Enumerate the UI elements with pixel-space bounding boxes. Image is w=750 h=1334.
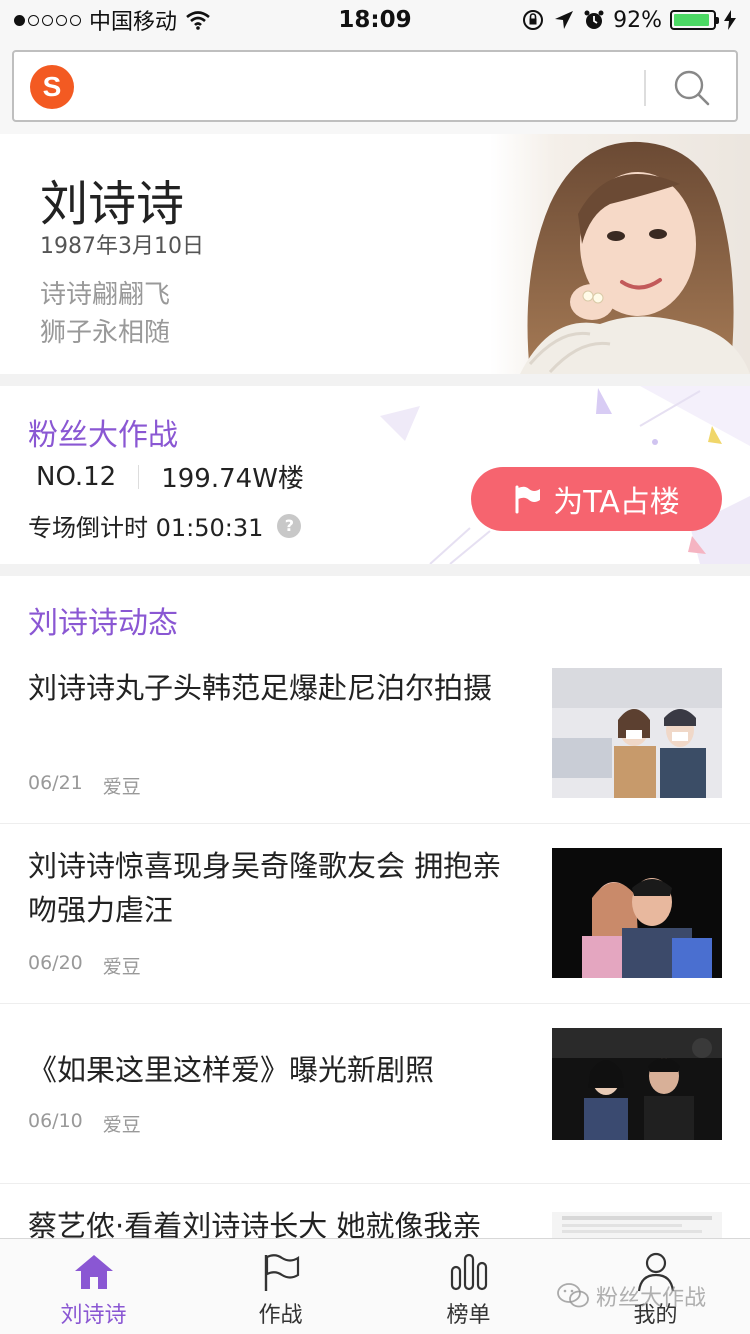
tab-battle[interactable]: 作战 <box>187 1239 374 1334</box>
news-section-title: 刘诗诗动态 <box>28 606 178 641</box>
battery-icon <box>670 10 719 30</box>
news-item[interactable]: 《如果这里这样爱》曝光新剧照 06/10 爱豆 <box>0 1004 750 1184</box>
search-box[interactable]: S <box>12 50 738 122</box>
flag-icon <box>264 1254 300 1291</box>
news-meta: 06/21 爱豆 <box>28 772 141 799</box>
sogou-logo-icon: S <box>30 65 74 109</box>
star-profile-card[interactable]: 刘诗诗 1987年3月10日 诗诗翩翩飞 狮子永相随 <box>0 134 750 374</box>
floor-count: 199.74W楼 <box>161 464 304 494</box>
star-portrait-photo <box>490 134 750 374</box>
status-left: 中国移动 <box>14 4 211 36</box>
tab-label: 榜单 <box>446 1303 491 1328</box>
stats-divider <box>138 464 140 489</box>
news-headline: 刘诗诗惊喜现身吴奇隆歌友会 拥抱亲吻强力虐汪 <box>28 849 502 927</box>
search-input[interactable] <box>86 62 636 112</box>
news-item[interactable]: 刘诗诗丸子头韩范足爆赴尼泊尔拍摄 06/21 爱豆 <box>0 644 750 824</box>
news-source: 爱豆 <box>102 1114 141 1136</box>
news-headline: 蔡艺侬·看着刘诗诗长大 她就像我亲 <box>28 1209 482 1238</box>
slogan-line: 狮子永相随 <box>40 318 171 348</box>
occupy-floor-label: 为TA占楼 <box>553 485 680 520</box>
fan-battle-card: 粉丝大作战 NO.12 199.74W楼 专场倒计时 01:50:31 ? 为T… <box>0 386 750 564</box>
countdown: 专场倒计时 01:50:31 ? <box>28 508 302 543</box>
alarm-icon <box>584 10 604 29</box>
fan-slogan: 诗诗翩翩飞 狮子永相随 <box>40 276 170 352</box>
news-meta: 06/10 爱豆 <box>28 1110 141 1137</box>
news-headline: 《如果这里这样爱》曝光新剧照 <box>28 1053 435 1087</box>
news-source: 爱豆 <box>102 956 141 978</box>
tab-label: 刘诗诗 <box>60 1303 127 1328</box>
news-headline: 刘诗诗丸子头韩范足爆赴尼泊尔拍摄 <box>28 671 493 705</box>
status-bar: 中国移动 18:09 92% <box>0 0 750 40</box>
battery-percent: 92% <box>613 7 662 33</box>
charging-bolt-icon <box>724 10 736 30</box>
wechat-icon <box>557 1283 589 1308</box>
search-icon[interactable] <box>670 66 714 110</box>
wifi-icon <box>186 11 210 30</box>
search-bar: S <box>0 40 750 134</box>
carrier-label: 中国移动 <box>89 10 178 35</box>
watermark-text: 粉丝大作战 <box>596 1286 707 1311</box>
news-date: 06/20 <box>28 952 83 974</box>
news-thumbnail <box>552 848 722 978</box>
rotation-lock-icon <box>523 10 544 30</box>
news-thumbnail <box>552 668 722 798</box>
news-date: 06/21 <box>28 772 83 794</box>
status-right: 92% <box>521 8 736 33</box>
tab-home[interactable]: 刘诗诗 <box>0 1239 187 1334</box>
fan-rank: NO.12 <box>36 461 117 492</box>
chart-bars-icon <box>450 1253 488 1291</box>
star-name: 刘诗诗 <box>40 176 185 232</box>
help-icon[interactable]: ? <box>277 513 302 538</box>
countdown-label: 专场倒计时 <box>28 514 148 542</box>
home-icon <box>75 1255 113 1289</box>
countdown-value: 01:50:31 <box>155 514 264 542</box>
news-source: 爱豆 <box>102 776 141 798</box>
news-item[interactable]: 刘诗诗惊喜现身吴奇隆歌友会 拥抱亲吻强力虐汪 06/20 爱豆 <box>0 824 750 1004</box>
slogan-line: 诗诗翩翩飞 <box>40 280 171 310</box>
battle-stats: NO.12 199.74W楼 <box>36 458 304 495</box>
fan-battle-title: 粉丝大作战 <box>28 418 178 453</box>
tab-ranking[interactable]: 榜单 <box>375 1239 562 1334</box>
news-date: 06/10 <box>28 1110 83 1132</box>
star-birthday: 1987年3月10日 <box>40 234 204 259</box>
location-arrow-icon <box>555 11 574 29</box>
wechat-watermark: 粉丝大作战 <box>556 1280 706 1312</box>
flag-icon <box>515 485 541 514</box>
news-thumbnail <box>552 1212 722 1238</box>
news-item[interactable]: 蔡艺侬·看着刘诗诗长大 她就像我亲 <box>0 1184 750 1238</box>
tab-label: 作战 <box>258 1303 303 1328</box>
search-divider <box>644 70 646 106</box>
news-meta: 06/20 爱豆 <box>28 952 141 979</box>
signal-strength-icon <box>14 14 81 26</box>
news-feed: 刘诗诗动态 刘诗诗丸子头韩范足爆赴尼泊尔拍摄 06/21 爱豆 刘诗诗惊喜现身吴… <box>0 576 750 1238</box>
occupy-floor-button[interactable]: 为TA占楼 <box>471 467 722 531</box>
news-thumbnail <box>552 1028 722 1140</box>
